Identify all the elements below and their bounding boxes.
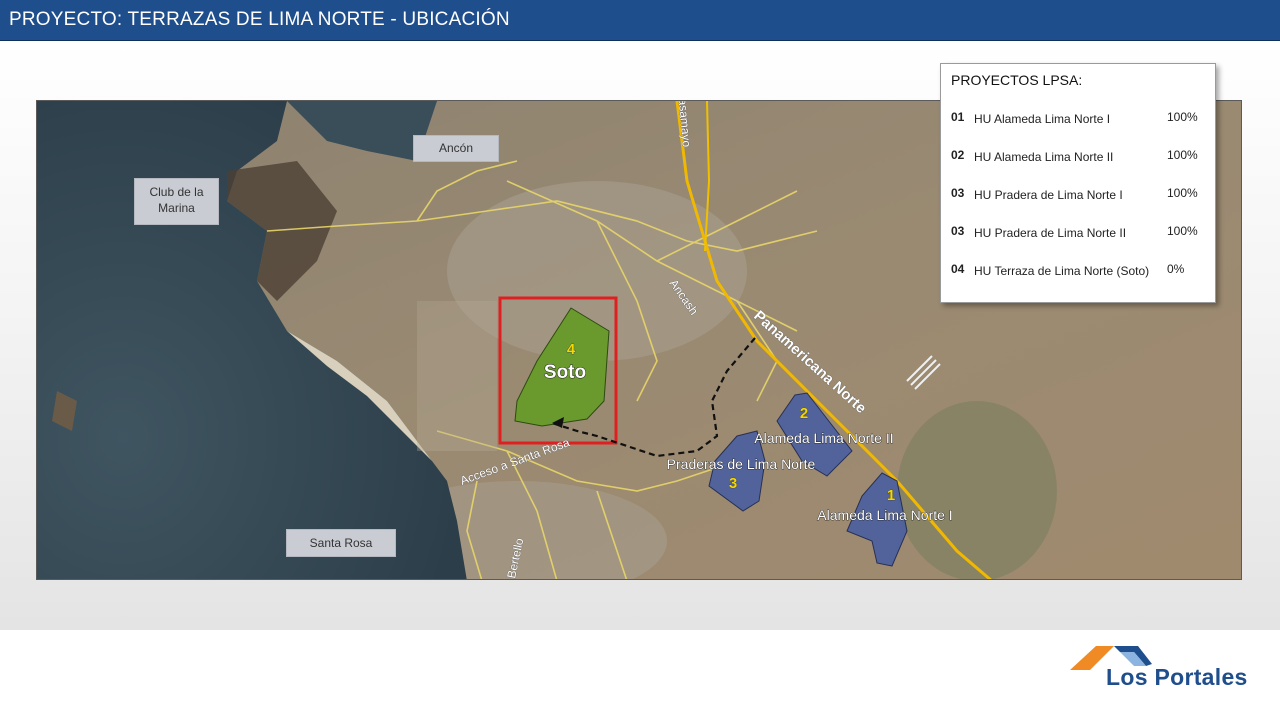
project-2-number-label: 2 [800,405,808,422]
legend-title: PROYECTOS LPSA: [951,72,1083,88]
legend-row-number: 02 [951,148,965,162]
legend-row-number: 01 [951,110,965,124]
farmland-area [897,401,1057,579]
legend-row-name: HU Pradera de Lima Norte I [974,188,1123,202]
project-3-name-label: Praderas de Lima Norte [667,456,816,472]
legend-row-percent: 100% [1167,110,1198,124]
legend-row-percent: 100% [1167,148,1198,162]
soto-number-label: 4 [567,341,576,358]
los-portales-logo: Los Portales [1066,640,1262,696]
place-label-ancon: Ancón [413,135,499,162]
legend-row-name: HU Alameda Lima Norte I [974,112,1111,126]
legend-row-name: HU Alameda Lima Norte II [974,150,1114,164]
legend-row-percent: 100% [1167,224,1198,238]
projects-legend: PROYECTOS LPSA: 01 HU Alameda Lima Norte… [940,63,1216,303]
legend-row-name: HU Terraza de Lima Norte (Soto) [974,264,1150,278]
logo-text: Los Portales [1106,664,1248,690]
desert-patch [417,301,497,451]
soto-name-label: Soto [544,362,586,383]
page-title: PROYECTO: TERRAZAS DE LIMA NORTE - UBICA… [9,9,510,30]
project-1-name-label: Alameda Lima Norte I [817,507,952,523]
project-1-number-label: 1 [887,487,895,504]
project-2-name-label: Alameda Lima Norte II [754,430,893,446]
legend-row-percent: 0% [1167,262,1185,276]
legend-row-name: HU Pradera de Lima Norte II [974,226,1127,240]
place-label-santa-rosa: Santa Rosa [286,529,396,557]
legend-row-number: 03 [951,224,965,238]
legend-row-number: 04 [951,262,965,276]
project-3-number-label: 3 [729,475,737,492]
legend-row-number: 03 [951,186,965,200]
title-bar: PROYECTO: TERRAZAS DE LIMA NORTE - UBICA… [0,0,1280,41]
legend-row-percent: 100% [1167,186,1198,200]
place-label-club-de-la-marina: Club de la Marina [134,178,219,225]
